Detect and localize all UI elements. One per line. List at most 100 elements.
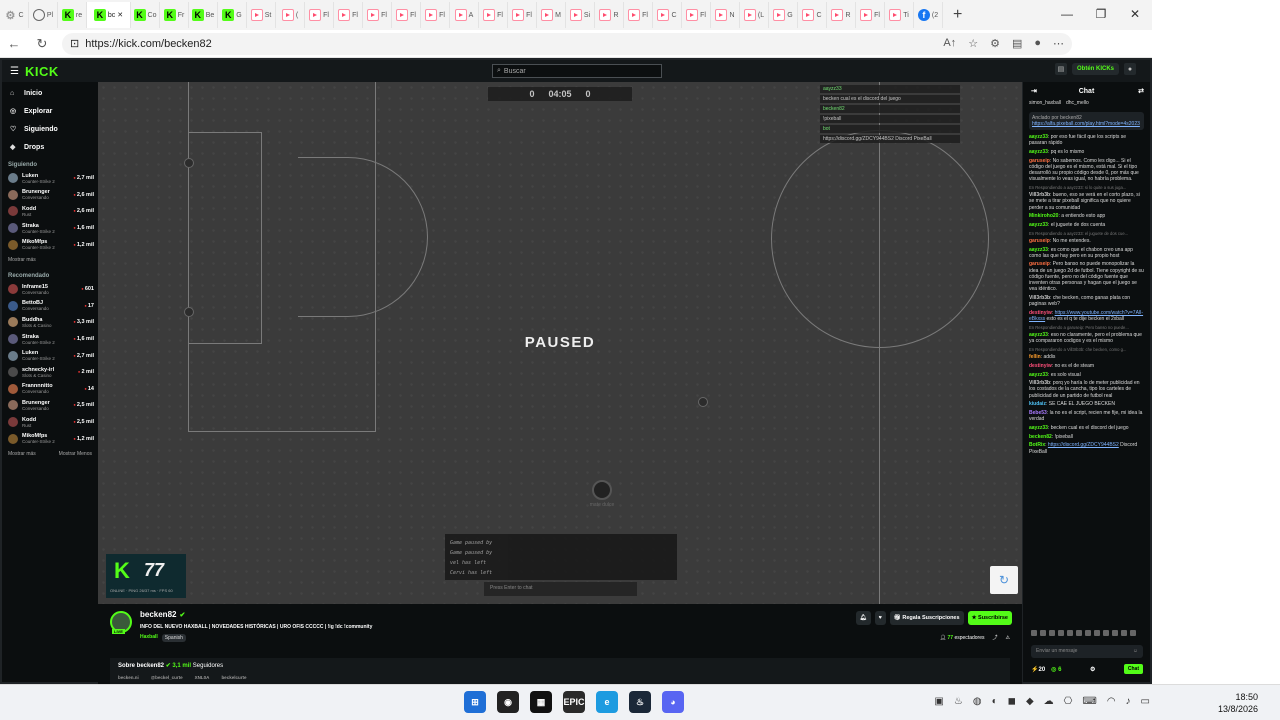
favorite-star-icon[interactable]: ☆: [968, 37, 978, 50]
channel-item[interactable]: StrakaCounter-Strike 2 1,6 mil: [2, 220, 98, 237]
channel-points[interactable]: 20: [1038, 667, 1045, 673]
report-flag-icon[interactable]: ⚠: [1006, 635, 1010, 641]
chat-username[interactable]: Vill3rb3b: [1029, 295, 1050, 301]
channel-item[interactable]: BettoBJConversando 17: [2, 298, 98, 315]
chat-username[interactable]: Bebe53: [1029, 410, 1047, 416]
app-capcut-icon[interactable]: ▦: [530, 691, 552, 713]
inbox-icon[interactable]: ▤: [1054, 63, 1067, 75]
chat-username[interactable]: becken82: [1029, 434, 1052, 440]
channel-item[interactable]: LukenCounter-Strike 2 2,7 mil: [2, 347, 98, 364]
emote-icon[interactable]: [1031, 630, 1037, 636]
pinned-link[interactable]: https://alfa.pixeball.com/play.html?mode…: [1032, 121, 1141, 127]
emote-icon[interactable]: [1085, 630, 1091, 636]
social-link[interactable]: becken.ni: [118, 675, 139, 680]
chat-username[interactable]: BotRix: [1029, 442, 1045, 448]
browser-tab[interactable]: Fl: [305, 2, 334, 28]
browser-tab[interactable]: (L: [740, 2, 769, 28]
chat-username[interactable]: destinyiw: [1029, 310, 1052, 316]
gift-subs-button[interactable]: 🎁︎ Regala Suscripciones: [889, 611, 964, 625]
chat-username[interactable]: garuseip: [1029, 158, 1050, 164]
chat-username[interactable]: Vill3rb3b: [1029, 192, 1050, 198]
channel-item[interactable]: KoddRust 2,6 mil: [2, 203, 98, 220]
browser-tab[interactable]: Fl: [363, 2, 392, 28]
app-edge-icon[interactable]: e: [596, 691, 618, 713]
streamer-name[interactable]: becken82: [140, 610, 176, 619]
social-link[interactable]: beckelcurte: [221, 675, 246, 680]
chat-username[interactable]: aayzz33: [1029, 372, 1048, 378]
gifter-name[interactable]: dhc_mello: [1066, 100, 1089, 110]
site-info-icon[interactable]: ⊡: [70, 37, 79, 50]
controller-icon[interactable]: ⎔: [1064, 696, 1073, 707]
browser-tab[interactable]: C: [798, 2, 827, 28]
browser-tab[interactable]: KG: [218, 2, 247, 28]
channel-item[interactable]: FrannnnittoConversando 14: [2, 381, 98, 398]
kicks-balance[interactable]: 6: [1058, 667, 1061, 673]
show-less-link[interactable]: Mostrar Menos: [59, 451, 92, 457]
more-menu-icon[interactable]: ⋯: [1053, 37, 1064, 50]
browser-tab[interactable]: Fl: [508, 2, 537, 28]
emote-icon[interactable]: [1094, 630, 1100, 636]
collections-icon[interactable]: ▤: [1012, 37, 1022, 50]
chat-input[interactable]: Enviar un mensaje ☺: [1031, 645, 1143, 658]
tab-close-icon[interactable]: ✕: [117, 11, 123, 19]
close-window-icon[interactable]: ✕: [1118, 0, 1152, 28]
sidebar-item-inicio[interactable]: ⌂ Inicio: [2, 84, 98, 102]
browser-tab[interactable]: G: [769, 2, 798, 28]
follow-heart-icon[interactable]: ♥: [874, 611, 886, 625]
show-more-link[interactable]: Mostrar más: [8, 451, 36, 457]
back-icon[interactable]: ←: [0, 36, 28, 51]
chat-username[interactable]: aayzz33: [1029, 425, 1048, 431]
browser-tab[interactable]: A: [450, 2, 479, 28]
subscribe-button[interactable]: ★ Suscribirse: [967, 611, 1012, 625]
emote-icon[interactable]: [1049, 630, 1055, 636]
taskbar-clock[interactable]: 18:50 13/8/2026: [1218, 691, 1258, 715]
reload-icon[interactable]: ↻: [28, 36, 56, 52]
url-field[interactable]: ⊡ https://kick.com/becken82 A↑ ☆ ⚙ ▤ ● ⋯: [62, 32, 1072, 55]
onedrive-icon[interactable]: ☁: [1044, 696, 1054, 707]
language-tag[interactable]: Spanish: [161, 634, 186, 642]
chat-username[interactable]: aayzz33: [1029, 222, 1048, 228]
social-link[interactable]: @beckel_curte: [151, 675, 183, 680]
channel-item[interactable]: schnecky-irlSlots & Casino 2 mil: [2, 364, 98, 381]
channel-item[interactable]: Inframe15Conversando 601: [2, 281, 98, 298]
browser-tab[interactable]: Fl: [421, 2, 450, 28]
app-steam-icon[interactable]: ♨: [629, 691, 651, 713]
browser-tab[interactable]: Fl: [856, 2, 885, 28]
hamburger-menu-icon[interactable]: ☰: [10, 66, 19, 77]
minimize-icon[interactable]: —: [1050, 0, 1084, 28]
browser-tab[interactable]: M: [537, 2, 566, 28]
browser-tab[interactable]: C: [653, 2, 682, 28]
gifter-name[interactable]: simon_haxball: [1029, 100, 1061, 110]
notifications-bell-icon[interactable]: 🔔︎: [855, 611, 871, 625]
volume-icon[interactable]: ♪: [1126, 696, 1131, 707]
collapse-chat-icon[interactable]: ⇥: [1031, 87, 1037, 95]
emote-icon[interactable]: [1130, 630, 1136, 636]
chat-username[interactable]: destinyiw: [1029, 363, 1052, 369]
channel-item[interactable]: LukenCounter-Strike 2 2,7 mil: [2, 170, 98, 187]
chat-username[interactable]: kiudaiz: [1029, 401, 1046, 407]
read-aloud-icon[interactable]: A↑: [943, 37, 956, 50]
tray-app-icon[interactable]: ▣: [934, 696, 943, 707]
emote-icon[interactable]: [1058, 630, 1064, 636]
emoji-icon[interactable]: ☺: [1133, 648, 1138, 655]
browser-tab[interactable]: Pl: [29, 2, 58, 28]
channel-item[interactable]: MikoMfpsCounter-Strike 2 1,2 mil: [2, 236, 98, 253]
app-discord-icon[interactable]: ◕: [662, 691, 684, 713]
browser-tab[interactable]: R: [827, 2, 856, 28]
following-show-more[interactable]: Mostrar más: [2, 253, 98, 267]
channel-item[interactable]: BuddhaSlots & Casino 3,3 mil: [2, 314, 98, 331]
browser-tab[interactable]: K Co: [131, 2, 160, 28]
emote-icon[interactable]: [1112, 630, 1118, 636]
category-link[interactable]: Haxball: [140, 634, 158, 642]
tray-app-icon[interactable]: ◼: [1008, 696, 1016, 707]
battery-icon[interactable]: ▭: [1141, 696, 1150, 707]
tray-app-icon[interactable]: ◆: [1026, 696, 1034, 707]
browser-tab[interactable]: K Be: [189, 2, 218, 28]
channel-item[interactable]: KoddRust 2,5 mil: [2, 414, 98, 431]
social-link[interactable]: XNL0A: [195, 675, 210, 680]
video-player[interactable]: mate dulce 0 04:05 0 aayzz33 becken cual …: [98, 82, 1022, 604]
chat-username[interactable]: aayzz33: [1029, 332, 1048, 338]
send-chat-button[interactable]: Chat: [1123, 664, 1143, 674]
wifi-icon[interactable]: ◠: [1107, 696, 1116, 707]
chat-username[interactable]: aayzz33: [1029, 247, 1048, 253]
